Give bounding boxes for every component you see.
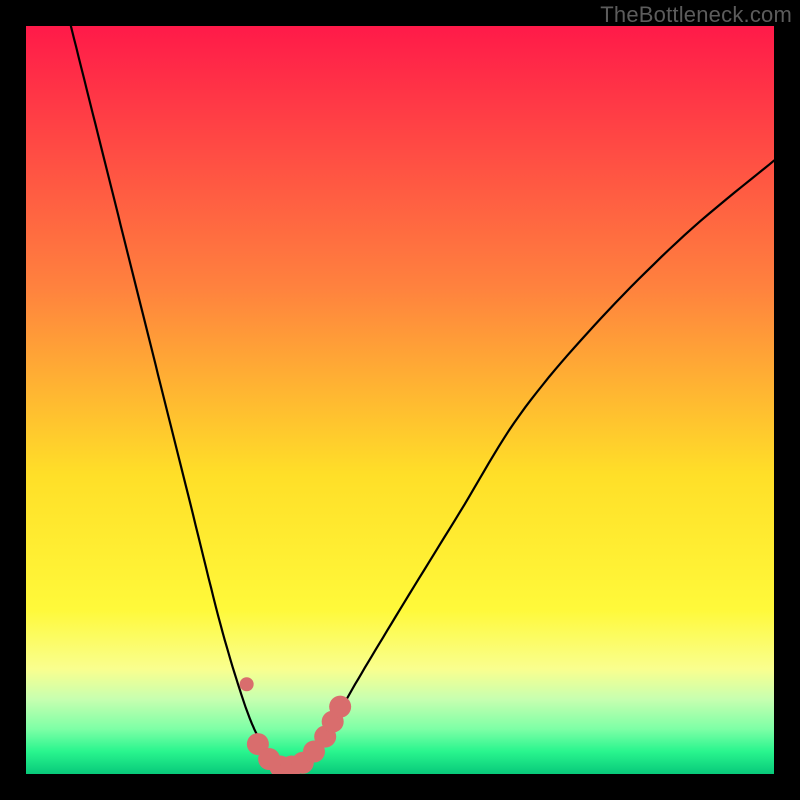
- marker-point: [329, 696, 351, 718]
- chart-plot: [26, 26, 774, 774]
- curve-markers: [240, 677, 352, 774]
- chart-frame: [0, 0, 800, 800]
- watermark-text: TheBottleneck.com: [600, 2, 792, 28]
- marker-point: [240, 677, 254, 691]
- bottleneck-curve: [71, 26, 774, 767]
